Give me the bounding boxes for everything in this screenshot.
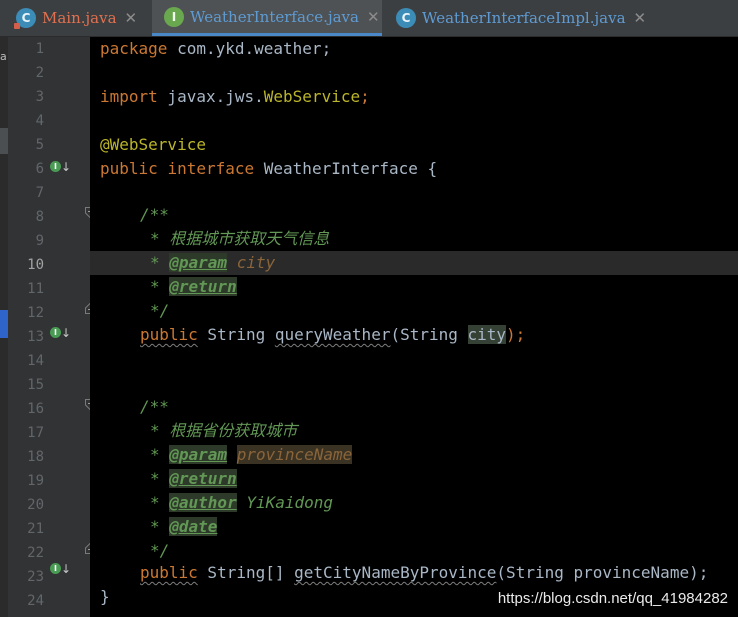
close-icon[interactable]: ✕ <box>367 8 380 26</box>
class-icon: C <box>14 8 36 29</box>
code-line-24[interactable]: } <box>100 585 110 609</box>
tab-label: WeatherInterfaceImpl.java <box>422 9 626 27</box>
close-icon[interactable]: ✕ <box>125 9 138 27</box>
line-number: 8 <box>35 209 44 225</box>
tab-weather-interface-impl-java[interactable]: C WeatherInterfaceImpl.java ✕ <box>388 0 648 36</box>
line-number: 15 <box>27 377 44 393</box>
code-line-1[interactable]: package com.ykd.weather; <box>100 37 331 61</box>
line-number: 5 <box>35 137 44 153</box>
panel-header <box>0 0 8 36</box>
implemented-marker-icon[interactable]: I ↓ <box>50 561 71 579</box>
line-number: 20 <box>27 497 44 513</box>
line-number: 22 <box>27 545 44 561</box>
class-icon: C <box>396 8 416 28</box>
tab-weather-interface-java[interactable]: I WeatherInterface.java ✕ <box>152 0 382 36</box>
watermark: https://blog.csdn.net/qq_41984282 <box>497 590 728 607</box>
line-number: 1 <box>35 41 44 57</box>
code-line-6[interactable]: public interface WeatherInterface { <box>100 157 437 181</box>
code-line-11[interactable]: * @return <box>150 275 237 299</box>
code-line-20[interactable]: * @author YiKaidong <box>150 491 333 515</box>
tab-label: Main.java <box>42 9 117 27</box>
line-number: 2 <box>35 65 44 81</box>
line-number: 19 <box>27 473 44 489</box>
code-line-8[interactable]: /** <box>140 203 169 227</box>
line-number: 4 <box>35 113 44 129</box>
line-number-current: 10 <box>27 257 44 273</box>
close-icon[interactable]: ✕ <box>634 9 647 27</box>
editor-tab-bar: C Main.java ✕ I WeatherInterface.java ✕ … <box>8 0 738 37</box>
code-line-16[interactable]: /** <box>140 395 169 419</box>
code-line-3[interactable]: import javax.jws.WebService; <box>100 85 370 109</box>
code-line-12[interactable]: */ <box>150 299 169 323</box>
line-number: 18 <box>27 449 44 465</box>
code-line-23[interactable]: public String[] getCityNameByProvince(St… <box>140 561 708 585</box>
lock-icon <box>14 23 20 29</box>
line-number: 11 <box>27 281 44 297</box>
code-line-22[interactable]: */ <box>150 539 169 563</box>
code-line-19[interactable]: * @return <box>150 467 237 491</box>
code-line-17[interactable]: * 根据省份获取城市 <box>150 419 297 443</box>
code-line-21[interactable]: * @date <box>150 515 218 539</box>
line-number: 6 <box>35 161 44 177</box>
line-number: 12 <box>27 305 44 321</box>
code-editor[interactable]: package com.ykd.weather; import javax.jw… <box>90 37 738 617</box>
code-line-5[interactable]: @WebService <box>100 133 206 157</box>
line-number: 13 <box>27 329 44 345</box>
line-number: 23 <box>27 569 44 585</box>
implemented-marker-icon[interactable]: I ↓ <box>50 325 71 343</box>
panel-selected-row[interactable] <box>0 128 8 154</box>
line-number: 14 <box>27 353 44 369</box>
line-number: 24 <box>27 593 44 609</box>
implemented-marker-icon[interactable]: I ↓ <box>50 159 71 177</box>
tab-main-java[interactable]: C Main.java ✕ <box>14 0 152 36</box>
line-number: 7 <box>35 185 44 201</box>
tab-label: WeatherInterface.java <box>190 7 359 26</box>
line-number: 17 <box>27 425 44 441</box>
code-line-9[interactable]: * 根据城市获取天气信息 <box>150 227 329 251</box>
line-number: 21 <box>27 521 44 537</box>
code-line-13[interactable]: public String queryWeather(String city); <box>140 323 525 347</box>
code-line-10[interactable]: * @param city <box>150 251 275 275</box>
line-number: 16 <box>27 401 44 417</box>
editor-gutter: 1 2 3 4 5 6 7 8 9 10 11 12 13 14 15 16 1… <box>8 37 95 617</box>
line-number: 9 <box>35 233 44 249</box>
panel-label: a <box>0 50 7 63</box>
code-line-18[interactable]: * @param provinceName <box>150 443 353 467</box>
line-number: 3 <box>35 89 44 105</box>
panel-highlight-row[interactable] <box>0 310 8 338</box>
interface-icon: I <box>164 6 184 27</box>
project-panel-edge: a <box>0 0 8 617</box>
